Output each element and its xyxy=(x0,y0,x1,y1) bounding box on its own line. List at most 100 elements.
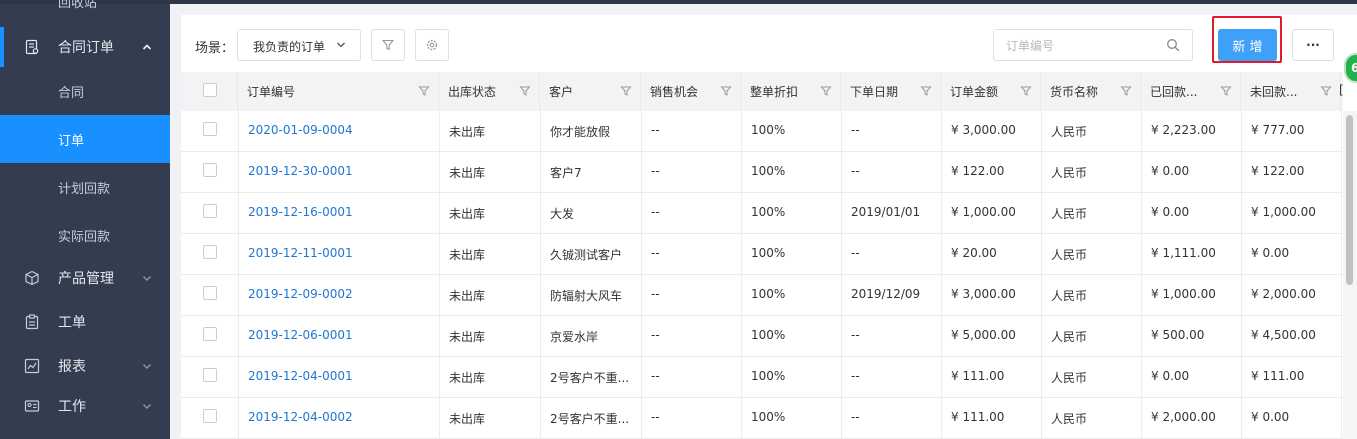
table-cell: 客户7 xyxy=(550,166,582,180)
table-cell: ¥ 1,111.00 xyxy=(1151,246,1216,260)
table-cell: 未出库 xyxy=(449,166,486,180)
table-cell: -- xyxy=(651,287,660,301)
sidebar-group-label: 工单 xyxy=(58,315,86,331)
sidebar-item-order[interactable]: 订单 xyxy=(0,115,170,163)
table-cell: ¥ 3,000.00 xyxy=(951,123,1016,137)
table-cell: -- xyxy=(851,164,860,178)
column-header-sales-opportunity[interactable]: 销售机会 xyxy=(641,72,741,111)
column-header-order-date[interactable]: 下单日期 xyxy=(841,72,941,111)
column-header-currency[interactable]: 货币名称 xyxy=(1041,72,1141,111)
table-cell: 100% xyxy=(751,164,786,178)
chevron-down-icon xyxy=(142,403,152,410)
sidebar-group-product[interactable]: 产品管理 xyxy=(0,258,170,298)
table-cell: 100% xyxy=(751,123,786,137)
settings-button[interactable] xyxy=(415,29,449,61)
filter-icon[interactable] xyxy=(1120,85,1132,97)
column-divider xyxy=(238,111,239,439)
column-divider xyxy=(1041,111,1042,439)
table-cell: ¥ 1,000.00 xyxy=(951,205,1016,219)
filter-button[interactable] xyxy=(371,29,405,61)
row-checkbox[interactable] xyxy=(203,122,217,136)
filter-icon[interactable] xyxy=(1320,85,1332,97)
floating-badge-text: 6 xyxy=(1351,61,1357,75)
sidebar-group-report[interactable]: 报表 xyxy=(0,346,170,386)
sidebar-item-contract[interactable]: 合同 xyxy=(0,67,170,115)
sidebar-item-actual-payment[interactable]: 实际回款 xyxy=(0,211,170,259)
table-cell: -- xyxy=(851,328,860,342)
column-header-stock-status[interactable]: 出库状态 xyxy=(439,72,540,111)
order-number-search[interactable] xyxy=(993,29,1193,61)
table-cell: 未出库 xyxy=(449,207,486,221)
table-row[interactable]: 2019-12-04-0002 未出库 2号客户不重... -- 100% -- ¥ 111… xyxy=(181,398,1343,439)
sidebar-item-label: 合同 xyxy=(58,85,85,101)
add-button[interactable]: 新 增 xyxy=(1218,29,1277,61)
filter-icon[interactable] xyxy=(720,85,732,97)
row-checkbox[interactable] xyxy=(203,327,217,341)
table-cell: 100% xyxy=(751,246,786,260)
column-header-order-amount[interactable]: 订单金额 xyxy=(941,72,1041,111)
table-row[interactable]: 2019-12-04-0001 未出库 2号客户不重... -- 100% -- ¥ 111… xyxy=(181,357,1343,398)
column-header-discount[interactable]: 整单折扣 xyxy=(741,72,841,111)
more-button[interactable]: ··· xyxy=(1292,29,1334,61)
table-cell: 防辐射大风车 xyxy=(550,289,623,303)
table-row[interactable]: 2019-12-09-0002 未出库 防辐射大风车 -- 100% 2019/12/09… xyxy=(181,275,1343,316)
order-number-link[interactable]: 2019-12-04-0001 xyxy=(248,369,353,383)
column-header-unreceived[interactable]: 未回款... xyxy=(1241,72,1341,111)
filter-icon[interactable] xyxy=(418,85,430,97)
chart-icon xyxy=(24,358,40,374)
table-cell: 100% xyxy=(751,410,786,424)
sidebar-item-planned-payment[interactable]: 计划回款 xyxy=(0,163,170,211)
order-number-link[interactable]: 2019-12-30-0001 xyxy=(248,164,353,178)
table-row[interactable]: 2019-12-16-0001 未出库 大发 -- 100% 2019/01/01 ¥ 1,… xyxy=(181,193,1343,234)
table-cell: 100% xyxy=(751,205,786,219)
row-checkbox[interactable] xyxy=(203,163,217,177)
table-cell: 未出库 xyxy=(449,125,486,139)
table-cell: -- xyxy=(651,328,660,342)
row-checkbox[interactable] xyxy=(203,409,217,423)
order-number-link[interactable]: 2019-12-16-0001 xyxy=(248,205,353,219)
chevron-down-icon xyxy=(337,42,345,48)
order-number-link[interactable]: 2019-12-09-0002 xyxy=(248,287,353,301)
filter-icon[interactable] xyxy=(1220,85,1232,97)
column-divider xyxy=(841,111,842,439)
filter-icon[interactable] xyxy=(519,85,531,97)
table-cell: 2019/12/09 xyxy=(851,287,921,301)
search-icon[interactable] xyxy=(1166,38,1180,52)
order-number-link[interactable]: 2019-12-11-0001 xyxy=(248,246,353,260)
sidebar-group-work[interactable]: 工作 xyxy=(0,386,170,426)
filter-icon[interactable] xyxy=(920,85,932,97)
table-row[interactable]: 2019-12-30-0001 未出库 客户7 -- 100% -- ¥ 122.00 人民币… xyxy=(181,152,1343,193)
table-row[interactable]: 2019-12-11-0001 未出库 久铖测试客户 -- 100% -- ¥ 20.00 人… xyxy=(181,234,1343,275)
column-header-order-number[interactable]: 订单编号 xyxy=(238,72,439,111)
scrollbar-thumb[interactable] xyxy=(1346,115,1353,285)
sidebar-item-recycle-partial[interactable]: 回收站 xyxy=(58,0,97,11)
filter-icon[interactable] xyxy=(620,85,632,97)
table-cell: -- xyxy=(651,123,660,137)
sidebar-group-work-order[interactable]: 工单 xyxy=(0,302,170,342)
row-checkbox[interactable] xyxy=(203,204,217,218)
sidebar-group-contract-order[interactable]: 合同订单 xyxy=(0,27,170,67)
table-cell: ¥ 777.00 xyxy=(1251,123,1305,137)
row-checkbox[interactable] xyxy=(203,286,217,300)
table-header: 订单编号 出库状态 客户 销售机会 整单折扣 下单日期 订单金额 货币名称 已回… xyxy=(181,72,1344,111)
table-cell: 大发 xyxy=(550,207,575,221)
filter-icon[interactable] xyxy=(1020,85,1032,97)
row-checkbox[interactable] xyxy=(203,245,217,259)
search-input[interactable] xyxy=(1004,36,1158,56)
column-divider xyxy=(941,111,942,439)
table-cell: 人民币 xyxy=(1051,371,1088,385)
select-all-checkbox[interactable] xyxy=(203,83,217,97)
column-header-received[interactable]: 已回款... xyxy=(1141,72,1241,111)
order-number-link[interactable]: 2019-12-06-0001 xyxy=(248,328,353,342)
order-number-link[interactable]: 2020-01-09-0004 xyxy=(248,123,353,137)
table-cell: -- xyxy=(651,369,660,383)
table-cell: 100% xyxy=(751,369,786,383)
column-header-customer[interactable]: 客户 xyxy=(540,72,641,111)
scene-select[interactable]: 我负责的订单 xyxy=(237,29,361,61)
table-row[interactable]: 2019-12-06-0001 未出库 京爱水岸 -- 100% -- ¥ 5,000.00… xyxy=(181,316,1343,357)
table-row[interactable]: 2020-01-09-0004 未出库 你才能放假 -- 100% -- ¥ 3,000.0… xyxy=(181,111,1343,152)
row-checkbox[interactable] xyxy=(203,368,217,382)
floating-badge[interactable]: 6 xyxy=(1344,53,1357,83)
filter-icon[interactable] xyxy=(820,85,832,97)
order-number-link[interactable]: 2019-12-04-0002 xyxy=(248,410,353,424)
